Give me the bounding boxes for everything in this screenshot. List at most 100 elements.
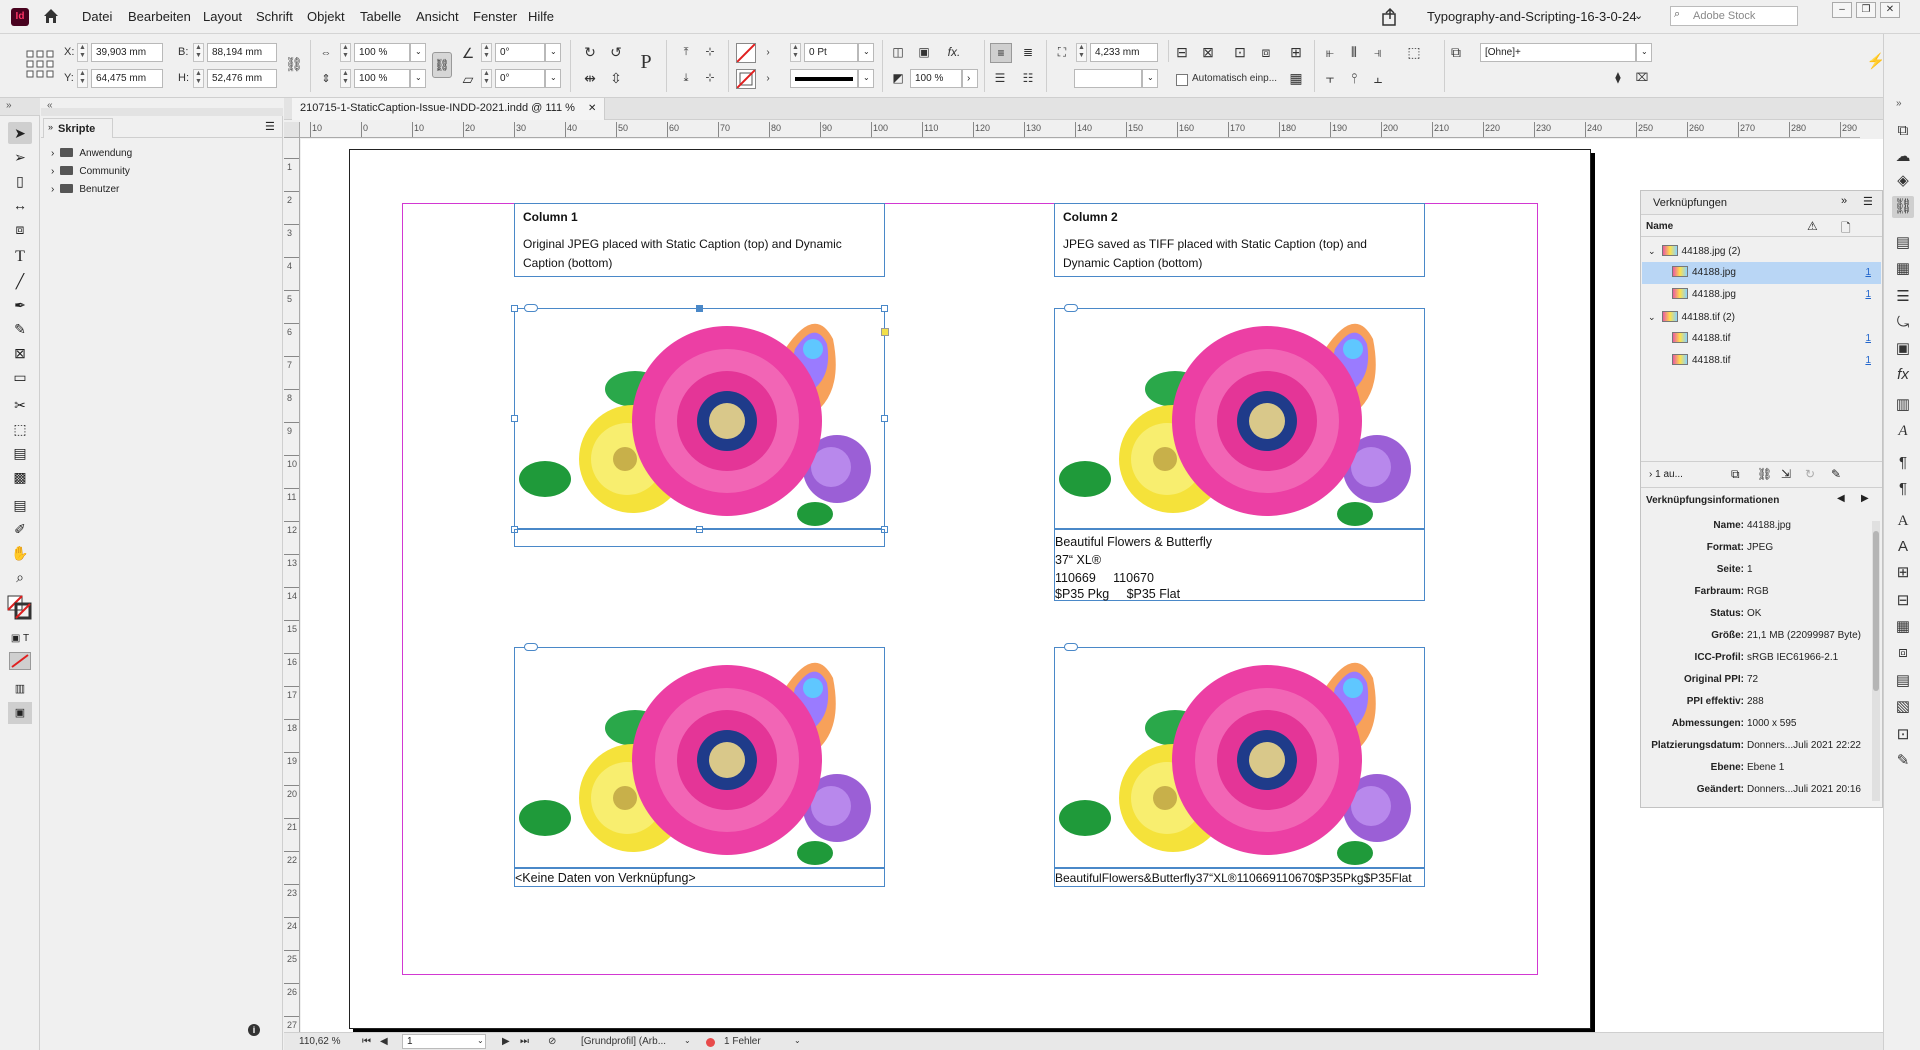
- adobe-stock-search[interactable]: Adobe Stock: [1670, 6, 1798, 26]
- opacity-chevron-right-icon[interactable]: ›: [962, 69, 978, 88]
- select-previous-icon[interactable]: ⤓: [676, 68, 696, 88]
- edit-original-icon[interactable]: ✎: [1831, 467, 1841, 481]
- width-field[interactable]: 88,194 mm: [207, 43, 277, 62]
- quick-apply-icon[interactable]: ⧫: [1608, 68, 1628, 88]
- x-stepper[interactable]: ▲ ▼: [77, 43, 88, 62]
- preflight-profile[interactable]: [Grundprofil] (Arb...: [581, 1036, 666, 1047]
- eyedropper-tool-icon[interactable]: ✐: [8, 518, 32, 540]
- y-field[interactable]: 64,475 mm: [91, 69, 163, 88]
- scale-x-stepper[interactable]: ▲ ▼: [340, 43, 351, 62]
- align-center-frame-icon[interactable]: ≣: [1018, 42, 1038, 62]
- strip-collapse-icon[interactable]: »: [1896, 98, 1902, 109]
- select-container-icon[interactable]: ⤒: [676, 42, 696, 62]
- scripts-panel-icon[interactable]: ▤: [1892, 670, 1914, 692]
- link-page-number[interactable]: 1: [1865, 328, 1871, 350]
- zoom-tool-icon[interactable]: ⌕: [8, 566, 32, 588]
- previous-page-icon[interactable]: ◀: [380, 1036, 388, 1047]
- apply-none-icon[interactable]: [9, 652, 31, 670]
- workspace-chevron-down-icon[interactable]: ⌄: [1634, 9, 1643, 22]
- align-left-edges-icon[interactable]: ⫦: [1320, 42, 1340, 62]
- direct-selection-tool-icon[interactable]: ➢: [8, 146, 32, 168]
- free-transform-tool-icon[interactable]: ⬚: [8, 418, 32, 440]
- reference-point-icon[interactable]: [26, 50, 54, 78]
- stroke-weight-chevron-down-icon[interactable]: ⌄: [858, 43, 874, 62]
- rotate-field[interactable]: 0°: [495, 43, 545, 62]
- links-group-row[interactable]: ⌄ 44188.tif (2): [1642, 306, 1881, 328]
- scripts-folder-community[interactable]: › Community: [51, 162, 130, 182]
- static-caption-frame[interactable]: Beautiful Flowers & Butterfly 37“ XL® 11…: [1054, 529, 1425, 601]
- menu-tabelle[interactable]: Tabelle: [360, 9, 401, 24]
- shear-stepper[interactable]: ▲ ▼: [481, 69, 492, 88]
- link-info-title[interactable]: Verknüpfungsinformationen: [1646, 495, 1779, 506]
- menu-hilfe[interactable]: Hilfe: [528, 9, 554, 24]
- close-button[interactable]: ✕: [1880, 2, 1900, 18]
- relink-icon[interactable]: ⛓: [1757, 467, 1772, 481]
- stroke-chevron-right-icon[interactable]: ›: [758, 69, 778, 89]
- link-chain-icon[interactable]: [524, 304, 538, 312]
- layers-panel-icon[interactable]: ◈: [1892, 170, 1914, 192]
- share-icon[interactable]: [1380, 7, 1400, 30]
- expand-chevron-down-icon[interactable]: ⌄: [1648, 246, 1656, 256]
- caption-frame-empty[interactable]: [514, 529, 885, 547]
- glyphs-panel-icon[interactable]: A: [1892, 510, 1914, 532]
- corner-shape-select[interactable]: [1074, 69, 1142, 88]
- link-page-number[interactable]: 1: [1865, 262, 1871, 284]
- paragraph-styles-icon[interactable]: ¶: [1892, 478, 1914, 500]
- menu-objekt[interactable]: Objekt: [307, 9, 345, 24]
- flip-horizontal-icon[interactable]: ⇹: [580, 68, 600, 88]
- align-right-edges-icon[interactable]: ⫣: [1368, 42, 1388, 62]
- rotate-clockwise-icon[interactable]: ↻: [580, 42, 600, 62]
- stroke-weight-field[interactable]: 0 Pt: [804, 43, 858, 62]
- preflight-icon[interactable]: ✎: [1892, 750, 1914, 772]
- gradient-feather-tool-icon[interactable]: ▩: [8, 466, 32, 488]
- last-page-icon[interactable]: ⏭: [520, 1036, 529, 1047]
- y-stepper[interactable]: ▲ ▼: [77, 69, 88, 88]
- fit-proportional-icon[interactable]: ⊞: [1286, 42, 1306, 62]
- menu-datei[interactable]: Datei: [82, 9, 112, 24]
- scrollbar-thumb[interactable]: [1873, 531, 1879, 691]
- fill-none-swatch[interactable]: [736, 43, 756, 63]
- menu-fenster[interactable]: Fenster: [473, 9, 517, 24]
- open-document-icon[interactable]: ⊘: [548, 1036, 556, 1047]
- rectangle-tool-icon[interactable]: ▭: [8, 366, 32, 388]
- resize-handle[interactable]: [511, 415, 518, 422]
- content-collector-icon[interactable]: ⧈: [8, 218, 32, 240]
- link-page-number[interactable]: 1: [1865, 350, 1871, 372]
- menu-bearbeiten[interactable]: Bearbeiten: [128, 9, 191, 24]
- column1-text-frame[interactable]: Column 1 Original JPEG placed with Stati…: [514, 203, 885, 277]
- resize-handle[interactable]: [881, 415, 888, 422]
- cc-libraries-icon[interactable]: ☁: [1892, 146, 1914, 168]
- stroke-weight-stepper[interactable]: ▲ ▼: [790, 43, 801, 62]
- panel-collapse-icon[interactable]: «: [47, 100, 53, 111]
- align-panel-icon[interactable]: ▣: [1892, 338, 1914, 360]
- screen-mode-icon[interactable]: ▥: [8, 678, 32, 700]
- script-label-icon[interactable]: ▧: [1892, 696, 1914, 718]
- scale-y-chevron-down-icon[interactable]: ⌄: [410, 69, 426, 88]
- formatting-affects-icon[interactable]: ▣ T: [8, 628, 32, 650]
- distribute-icon[interactable]: ⬚: [1404, 42, 1424, 62]
- effects-panel-icon[interactable]: fx: [1892, 364, 1914, 386]
- note-tool-icon[interactable]: ▤: [8, 494, 32, 516]
- pen-tool-icon[interactable]: ✒: [8, 294, 32, 316]
- select-content-icon[interactable]: ⊹: [700, 42, 720, 62]
- h-stepper[interactable]: ▲ ▼: [193, 69, 204, 88]
- stroke-panel-icon[interactable]: ▤: [1892, 232, 1914, 254]
- restore-button[interactable]: ❐: [1856, 2, 1876, 18]
- image-frame-jpg-bottom[interactable]: [514, 647, 885, 868]
- corner-shape-chevron-down-icon[interactable]: ⌄: [1142, 69, 1158, 88]
- scripts-folder-anwendung[interactable]: › Anwendung: [51, 144, 132, 164]
- align-bottom-edges-icon[interactable]: ⫠: [1368, 68, 1388, 88]
- scale-x-chevron-down-icon[interactable]: ⌄: [410, 43, 426, 62]
- ruler-origin[interactable]: [284, 122, 300, 138]
- update-link-icon[interactable]: ↻: [1805, 467, 1815, 481]
- resize-handle[interactable]: [511, 305, 518, 312]
- minimize-button[interactable]: –: [1832, 2, 1852, 18]
- rotate-stepper[interactable]: ▲ ▼: [481, 43, 492, 62]
- scissors-tool-icon[interactable]: ✂: [8, 394, 32, 416]
- link-chain-icon[interactable]: [524, 643, 538, 651]
- resize-handle[interactable]: [696, 305, 703, 312]
- align-hcenters-icon[interactable]: ⫴: [1344, 42, 1364, 62]
- rectangle-frame-tool-icon[interactable]: ⊠: [8, 342, 32, 364]
- go-to-link-icon[interactable]: ⇲: [1781, 467, 1791, 481]
- links-group-row[interactable]: ⌄ 44188.jpg (2): [1642, 240, 1881, 262]
